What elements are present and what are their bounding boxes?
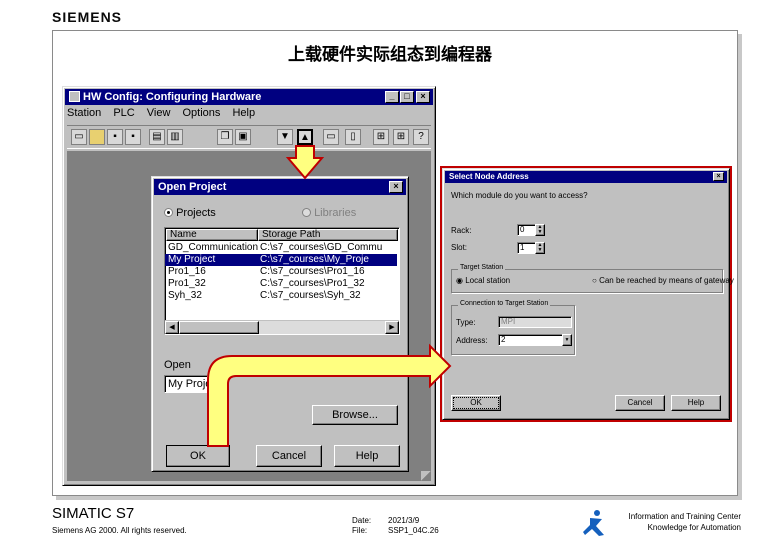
center-line2: Knowledge for Automation <box>647 523 741 532</box>
annotation-arrows <box>207 145 452 447</box>
file-label: File: <box>352 526 368 535</box>
date-label: Date: <box>352 516 372 525</box>
training-center-logo-icon <box>583 510 604 536</box>
file-value: SSP1_04C.26 <box>388 526 439 535</box>
copyright-text: Siemens AG 2000. All rights reserved. <box>52 526 187 535</box>
product-name: SIMATIC S7 <box>52 505 135 522</box>
down-arrow <box>285 145 325 180</box>
center-line1: Information and Training Center <box>628 512 741 521</box>
bent-arrow <box>207 343 452 447</box>
date-value: 2021/3/9 <box>388 516 420 525</box>
